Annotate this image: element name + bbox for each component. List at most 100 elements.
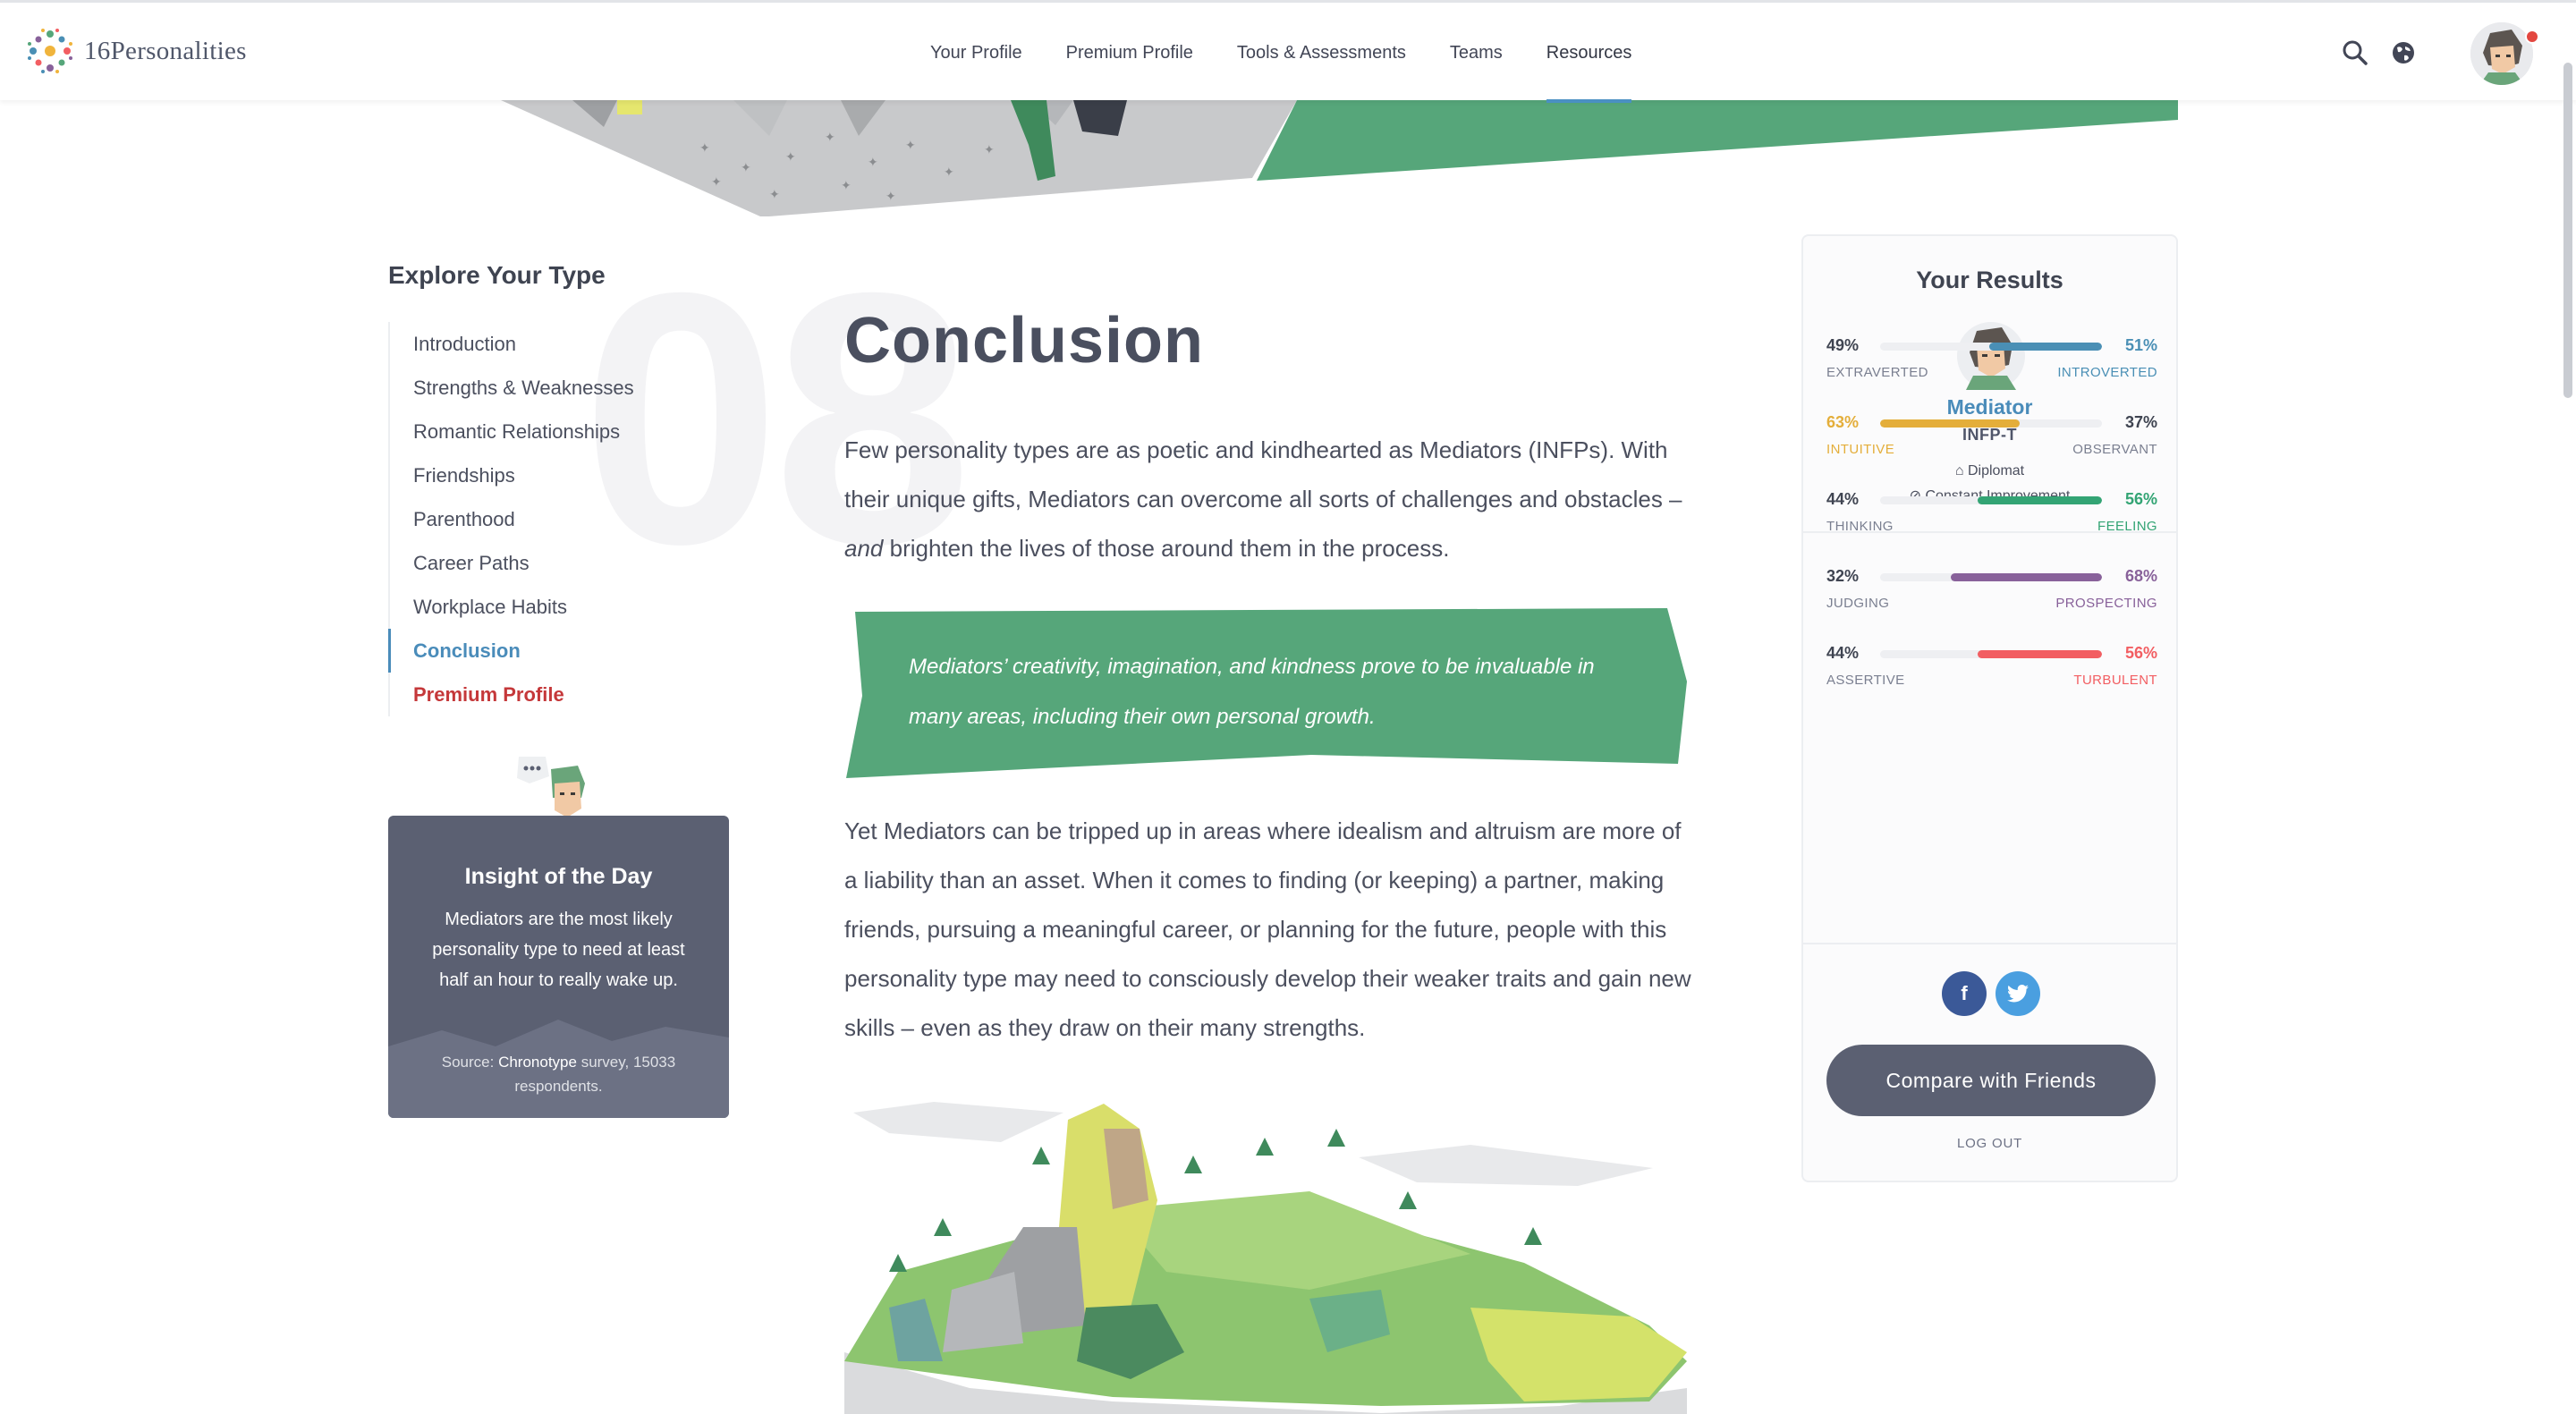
- trait-right-label: FEELING: [2097, 519, 2157, 534]
- trait-right-label: INTROVERTED: [2057, 365, 2157, 380]
- svg-text:✦: ✦: [886, 190, 896, 204]
- nav-premium-profile[interactable]: Premium Profile: [1066, 3, 1193, 103]
- twitter-icon: [2007, 985, 2029, 1003]
- trait-bar: [1880, 496, 2102, 504]
- log-out-link[interactable]: LOG OUT: [1803, 1136, 2176, 1151]
- user-avatar[interactable]: [2470, 22, 2533, 85]
- trait-right-label: OBSERVANT: [2072, 442, 2157, 457]
- trait-bar-fill: [1978, 496, 2102, 504]
- svg-text:✦: ✦: [769, 188, 780, 202]
- body-paragraph: Yet Mediators can be tripped up in areas…: [844, 817, 1691, 1041]
- intro-paragraph-text-a: Few personality types are as poetic and …: [844, 436, 1682, 512]
- trait-right-percent: 37%: [2124, 413, 2157, 431]
- trait-row[interactable]: 44% 56% ASSERTIVE TURBULENT: [1826, 644, 2157, 694]
- mediator-landscape-illustration: [844, 1102, 1687, 1414]
- twitter-share-button[interactable]: [1996, 971, 2040, 1016]
- trait-row[interactable]: 49% 51% EXTRAVERTED INTROVERTED: [1826, 336, 2157, 386]
- svg-text:✦: ✦: [868, 156, 878, 170]
- svg-text:✦: ✦: [984, 143, 995, 157]
- toc-introduction[interactable]: Introduction: [390, 322, 710, 366]
- type-table-of-contents: Introduction Strengths & Weaknesses Roma…: [388, 322, 710, 716]
- nav-resources[interactable]: Resources: [1546, 3, 1631, 103]
- header-illustration: ✦ ✦ ✦ ✦ ✦ ✦ ✦ ✦ ✦ ✦ ✦ ✦: [501, 100, 2178, 216]
- trait-bar-fill: [1978, 650, 2102, 658]
- insight-of-the-day-card: Insight of the Day Mediators are the mos…: [388, 816, 729, 1118]
- trait-left-percent: 63%: [1826, 413, 1860, 431]
- svg-text:✦: ✦: [944, 165, 954, 180]
- toc-workplace-habits[interactable]: Workplace Habits: [390, 585, 710, 629]
- trait-bar-fill: [1988, 343, 2102, 351]
- svg-text:✦: ✦: [785, 150, 796, 165]
- trait-row[interactable]: 44% 56% THINKING FEELING: [1826, 490, 2157, 540]
- trait-bar-fill: [1880, 419, 2021, 428]
- trait-left-label: THINKING: [1826, 519, 1894, 534]
- svg-text:✦: ✦: [905, 139, 916, 153]
- trait-bar: [1880, 573, 2102, 581]
- svg-text:✦: ✦: [841, 179, 852, 193]
- mediator-avatar-icon: [2470, 22, 2533, 85]
- logo-icon: [28, 29, 72, 73]
- notification-dot: [2525, 30, 2539, 44]
- main-nav: Your Profile Premium Profile Tools & Ass…: [930, 3, 1675, 103]
- your-results-panel: Your Results Mediator INFP-T ⌂ Diplomat …: [1801, 234, 2178, 1182]
- intro-paragraph: Few personality types are as poetic and …: [844, 426, 1694, 573]
- toc-conclusion[interactable]: Conclusion: [388, 629, 710, 673]
- toc-romantic-relationships[interactable]: Romantic Relationships: [390, 410, 710, 453]
- svg-text:✦: ✦: [741, 161, 751, 175]
- toc-career-paths[interactable]: Career Paths: [390, 541, 710, 585]
- svg-text:✦: ✦: [699, 141, 710, 156]
- trait-right-label: TURBULENT: [2073, 673, 2157, 688]
- facebook-icon: f: [1961, 982, 1968, 1004]
- svg-text:✦: ✦: [711, 175, 722, 190]
- insight-source-prefix: Source:: [441, 1054, 499, 1071]
- trait-right-percent: 51%: [2124, 336, 2157, 354]
- results-divider: [1803, 943, 2176, 944]
- intro-paragraph-text-b: brighten the lives of those around them …: [883, 535, 1450, 562]
- nav-teams[interactable]: Teams: [1450, 3, 1503, 103]
- trait-right-percent: 68%: [2124, 567, 2157, 585]
- brand-name: 16Personalities: [84, 36, 247, 65]
- intro-paragraph-emphasis: and: [844, 535, 884, 562]
- trait-left-label: INTUITIVE: [1826, 442, 1895, 457]
- compare-with-friends-button[interactable]: Compare with Friends: [1826, 1045, 2156, 1116]
- insight-title: Insight of the Day: [464, 864, 653, 889]
- role-tag: ⌂ Diplomat: [1803, 463, 2176, 479]
- page-scrollbar[interactable]: [2563, 63, 2572, 398]
- role-label: Diplomat: [1967, 463, 2025, 478]
- pull-quote: Mediators’ creativity, imagination, and …: [844, 606, 1687, 782]
- trait-right-percent: 56%: [2124, 490, 2157, 508]
- search-icon[interactable]: [2341, 38, 2369, 67]
- trait-left-label: ASSERTIVE: [1826, 673, 1905, 688]
- trait-row[interactable]: 63% 37% INTUITIVE OBSERVANT: [1826, 413, 2157, 463]
- brand-logo[interactable]: 16Personalities: [25, 26, 247, 76]
- trait-left-percent: 44%: [1826, 490, 1860, 508]
- top-navigation-bar: 16Personalities Your Profile Premium Pro…: [0, 0, 2576, 103]
- insight-source-link[interactable]: Chronotype: [498, 1054, 577, 1071]
- results-title: Your Results: [1916, 267, 2063, 293]
- globe-icon[interactable]: [2389, 38, 2418, 67]
- trait-left-percent: 32%: [1826, 567, 1860, 585]
- trait-left-percent: 49%: [1826, 336, 1860, 354]
- page-title: Conclusion: [844, 305, 1204, 377]
- trait-bar: [1880, 343, 2102, 351]
- trait-bar-fill: [1951, 573, 2102, 581]
- tag-icon: ⌂: [1954, 463, 1968, 478]
- svg-text:✦: ✦: [825, 131, 835, 145]
- toc-parenthood[interactable]: Parenthood: [390, 497, 710, 541]
- nav-tools-assessments[interactable]: Tools & Assessments: [1237, 3, 1406, 103]
- pull-quote-text: Mediators’ creativity, imagination, and …: [909, 655, 1595, 729]
- trait-bar: [1880, 650, 2102, 658]
- toc-strengths-weaknesses[interactable]: Strengths & Weaknesses: [390, 366, 710, 410]
- facebook-share-button[interactable]: f: [1942, 971, 1987, 1016]
- trait-right-label: PROSPECTING: [2055, 596, 2157, 611]
- explore-your-type-heading: Explore Your Type: [388, 261, 606, 289]
- insight-text: Mediators are the most likely personalit…: [432, 910, 685, 990]
- trait-row[interactable]: 32% 68% JUDGING PROSPECTING: [1826, 567, 2157, 617]
- toc-friendships[interactable]: Friendships: [390, 453, 710, 497]
- nav-your-profile[interactable]: Your Profile: [930, 3, 1022, 103]
- trait-left-label: EXTRAVERTED: [1826, 365, 1928, 380]
- trait-left-percent: 44%: [1826, 644, 1860, 662]
- insight-source: Source: Chronotype survey, 15033 respond…: [406, 1050, 711, 1098]
- toc-premium-profile[interactable]: Premium Profile: [390, 673, 710, 716]
- trait-bar: [1880, 419, 2102, 428]
